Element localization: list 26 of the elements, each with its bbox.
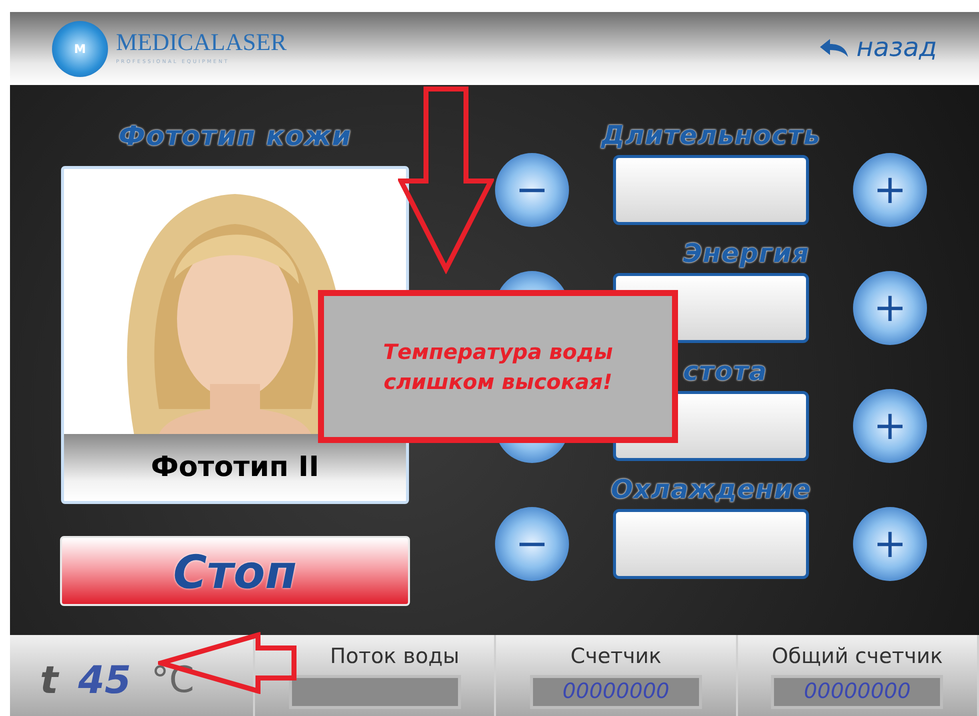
logo-icon: M [52, 20, 108, 76]
logo-text: MEDICALASER [116, 30, 287, 55]
parameter-label: Энергия [683, 238, 810, 271]
skin-type-caption: Фототип II [64, 434, 406, 500]
temperature-symbol: t [40, 657, 58, 704]
parameter-label: Длительность [601, 120, 821, 153]
parameter-label: стота [683, 356, 768, 389]
plus-button[interactable]: + [853, 271, 927, 345]
minus-button[interactable]: − [495, 153, 569, 227]
value-field[interactable] [613, 155, 809, 225]
counter-label: Общий счетчик [772, 643, 943, 670]
temperature-value: 45 [78, 657, 132, 704]
stop-button[interactable]: Стоп [60, 536, 410, 606]
value-field[interactable] [613, 509, 809, 579]
parameter-label: Охлаждение [610, 474, 812, 507]
back-arrow-icon [820, 38, 848, 58]
plus-button[interactable]: + [853, 153, 927, 227]
plus-button[interactable]: + [853, 389, 927, 463]
counter-label: Поток воды [330, 643, 460, 670]
plus-button[interactable]: + [853, 507, 927, 581]
counter-display: 00000000 [771, 674, 944, 708]
counter-display: 00000000 [530, 674, 702, 708]
minus-button[interactable]: − [495, 507, 569, 581]
skin-type-title: Фототип кожи [118, 120, 352, 154]
back-button[interactable]: назад [820, 29, 937, 68]
counter-label: Счетчик [570, 643, 662, 670]
